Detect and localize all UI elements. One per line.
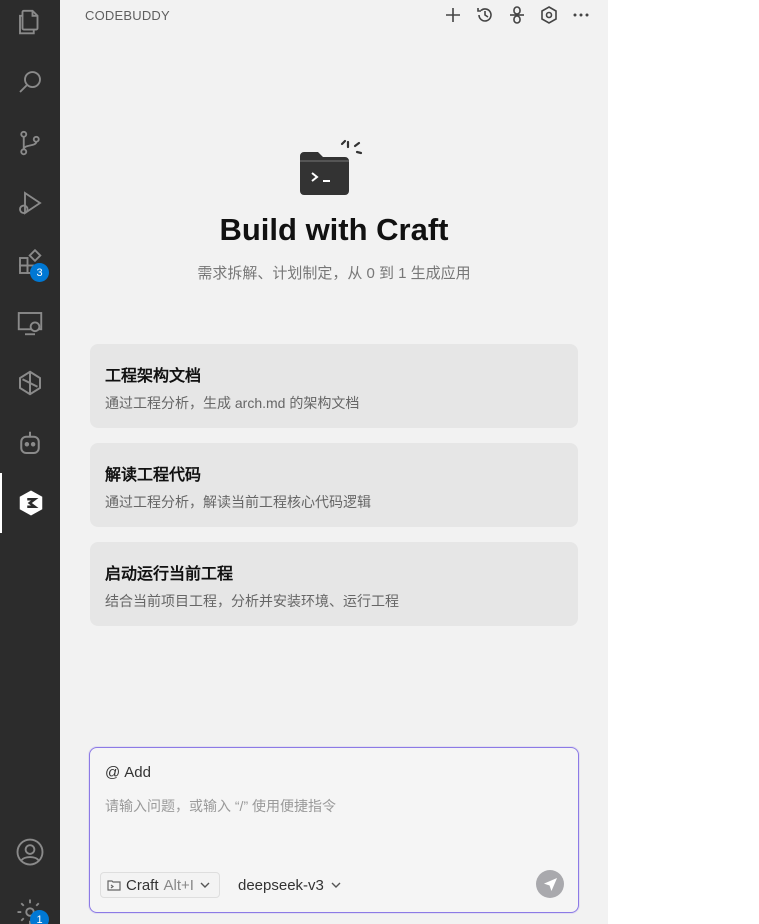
card-title: 工程架构文档 xyxy=(105,368,202,385)
integrations-icon[interactable] xyxy=(506,4,528,26)
suggestion-card[interactable]: 启动运行当前工程 结合当前项目工程，分析并安装环境、运行工程 xyxy=(90,542,578,626)
suggestion-card[interactable]: 解读工程代码 通过工程分析，解读当前工程核心代码逻辑 xyxy=(90,443,578,527)
send-button[interactable] xyxy=(536,870,564,898)
chat-input-box: @ Add Craft Alt+I deepseek-v3 xyxy=(89,747,579,913)
card-description: 结合当前项目工程，分析并安装环境、运行工程 xyxy=(105,593,399,609)
codebuddy-panel: CODEBUDDY Build with Craft 需求拆解、计划制定，从 0… xyxy=(60,0,608,924)
codebuddy-icon[interactable] xyxy=(0,473,60,533)
codebuddy-craft-icon[interactable] xyxy=(0,353,60,413)
mode-label: Craft xyxy=(126,876,159,894)
card-title: 解读工程代码 xyxy=(105,467,202,484)
terminal-folder-icon xyxy=(298,138,370,198)
prompt-input[interactable] xyxy=(105,796,565,856)
folder-terminal-icon xyxy=(107,880,121,891)
mode-shortcut: Alt+I xyxy=(163,876,194,894)
run-debug-icon[interactable] xyxy=(0,173,60,233)
model-label: deepseek-v3 xyxy=(238,876,324,894)
activity-bar: 3 1 xyxy=(0,0,60,924)
card-title: 启动运行当前工程 xyxy=(105,566,234,583)
robot-icon[interactable] xyxy=(0,413,60,473)
model-select[interactable]: deepseek-v3 xyxy=(238,872,342,898)
history-icon[interactable] xyxy=(474,4,496,26)
mode-select[interactable]: Craft Alt+I xyxy=(100,872,220,898)
card-description: 通过工程分析，生成 arch.md 的架构文档 xyxy=(105,395,360,411)
at-icon: @ xyxy=(105,764,121,781)
panel-settings-icon[interactable] xyxy=(538,4,560,26)
add-context-button[interactable]: @ Add xyxy=(105,764,151,781)
panel-header: CODEBUDDY xyxy=(60,0,608,30)
add-context-label: Add xyxy=(124,764,151,781)
hero-subtitle: 需求拆解、计划制定，从 0 到 1 生成应用 xyxy=(197,265,471,282)
source-control-icon[interactable] xyxy=(0,113,60,173)
chevron-down-icon xyxy=(331,882,341,888)
send-icon xyxy=(543,877,557,891)
account-icon[interactable] xyxy=(0,822,60,882)
hero-title: Build with Craft xyxy=(219,212,449,247)
explorer-icon[interactable] xyxy=(0,0,60,52)
extensions-badge: 3 xyxy=(30,263,49,282)
settings-badge: 1 xyxy=(30,910,49,924)
search-icon[interactable] xyxy=(0,52,60,112)
panel-title: CODEBUDDY xyxy=(85,8,170,23)
remote-explorer-icon[interactable] xyxy=(0,293,60,353)
card-description: 通过工程分析，解读当前工程核心代码逻辑 xyxy=(105,494,371,510)
more-actions-icon[interactable] xyxy=(570,4,592,26)
new-chat-icon[interactable] xyxy=(442,4,464,26)
extensions-icon[interactable] xyxy=(0,233,60,293)
chevron-down-icon xyxy=(200,882,210,888)
suggestion-card[interactable]: 工程架构文档 通过工程分析，生成 arch.md 的架构文档 xyxy=(90,344,578,428)
